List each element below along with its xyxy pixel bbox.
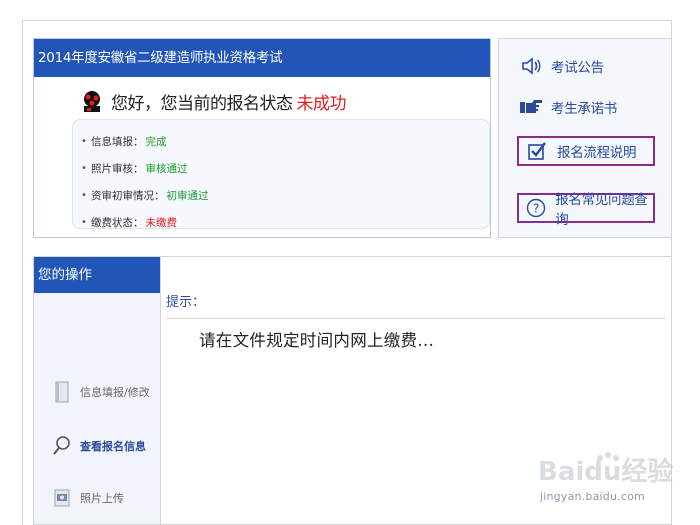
document-icon	[52, 379, 72, 405]
greeting-line: 您好，您当前的报名状态 未成功	[79, 89, 347, 114]
watermark-brand: Baidu经验	[538, 456, 673, 487]
watermark-url: jingyan.baidu.com	[540, 490, 645, 503]
status-row-label: 缴费状态：	[91, 217, 144, 229]
exam-announcement-link[interactable]: 考试公告	[519, 51, 604, 81]
status-row-photo: • 照片审核： 审核通过	[81, 155, 489, 182]
status-row-payment: • 缴费状态： 未缴费	[81, 209, 489, 236]
checkbox-icon	[525, 139, 549, 163]
op-item-label: 照片上传	[80, 492, 124, 505]
candidate-pledge-link[interactable]: 考生承诺书	[519, 92, 617, 122]
status-row-label: 照片审核：	[91, 163, 144, 175]
link-label: 考生承诺书	[551, 101, 617, 117]
faq-query-link[interactable]: ? 报名常见问题查询	[517, 192, 655, 228]
registration-process-link[interactable]: 报名流程说明	[517, 136, 655, 166]
operations-panel: 您的操作 信息填报/修改 查看报名信息 照片上传	[33, 256, 161, 525]
status-details-box: • 信息填报： 完成 • 照片审核： 审核通过 • 资审初审情况： 初审通过 •…	[72, 119, 490, 229]
user-avatar-icon	[79, 89, 105, 113]
status-row-value: 未缴费	[145, 217, 178, 229]
svg-text:?: ?	[533, 202, 539, 216]
status-row-value: 初审通过	[166, 190, 209, 202]
op-item-label: 查看报名信息	[80, 440, 146, 453]
registration-status-value: 未成功	[296, 93, 347, 114]
status-row-label: 资审初审情况：	[91, 190, 165, 202]
status-row-info: • 信息填报： 完成	[81, 128, 489, 155]
bullet-icon: •	[81, 217, 87, 228]
bullet-icon: •	[81, 136, 87, 147]
speaker-icon	[519, 54, 543, 78]
link-label: 考试公告	[551, 60, 604, 76]
bullet-icon: •	[81, 163, 87, 174]
status-row-review: • 资审初审情况： 初审通过	[81, 182, 489, 209]
edit-info-item[interactable]: 信息填报/修改	[52, 377, 150, 407]
registration-status-panel: 2014年度安徽省二级建造师执业资格考试 您好，您当前的报名状态 未成功 • 信…	[33, 38, 491, 238]
greeting-text: 您好，您当前的报名状态	[111, 93, 293, 114]
link-label: 报名常见问题查询	[555, 192, 648, 228]
status-row-label: 信息填报：	[91, 136, 144, 148]
status-row-value: 审核通过	[145, 163, 188, 175]
payment-reminder-text: 请在文件规定时间内网上缴费...	[199, 331, 435, 350]
exam-title: 2014年度安徽省二级建造师执业资格考试	[34, 39, 490, 77]
hint-label: 提示：	[166, 295, 206, 310]
pointing-hand-icon	[519, 95, 543, 119]
view-registration-item[interactable]: 查看报名信息	[52, 431, 146, 461]
magnifier-icon	[52, 433, 72, 459]
link-label: 报名流程说明	[557, 145, 637, 161]
photo-upload-item[interactable]: 照片上传	[52, 483, 124, 513]
status-row-value: 完成	[145, 136, 167, 148]
op-item-label: 信息填报/修改	[80, 386, 150, 399]
hint-divider	[166, 318, 666, 319]
bullet-icon: •	[81, 190, 87, 201]
links-panel: 考试公告 考生承诺书 报名流程说明 ? 报名常见问题查询	[498, 38, 672, 238]
question-circle-icon: ?	[525, 196, 547, 220]
photo-upload-icon	[52, 485, 72, 511]
operations-header: 您的操作	[34, 257, 160, 293]
